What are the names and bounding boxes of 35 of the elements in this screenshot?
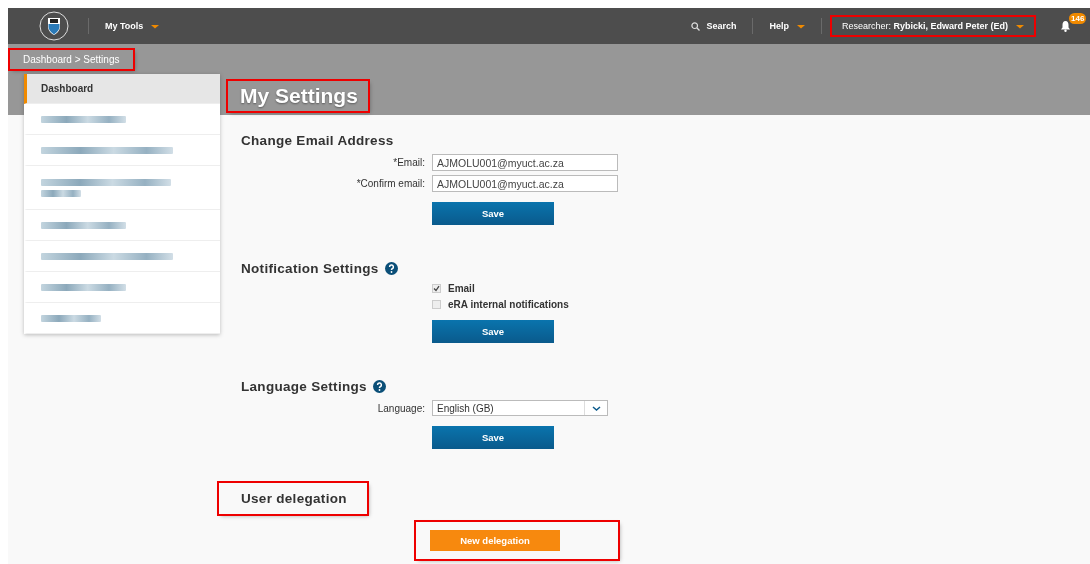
field-label: Language:: [376, 402, 425, 414]
checkbox-option[interactable]: Email: [432, 282, 618, 294]
checkbox[interactable]: [432, 299, 441, 309]
sidebar-item[interactable]: Dashboard: [24, 74, 220, 104]
save-button[interactable]: Save: [432, 426, 554, 449]
help-icon[interactable]: [384, 262, 398, 275]
section-heading: Change Email Address: [241, 133, 394, 148]
save-button[interactable]: Save: [432, 202, 554, 225]
section-heading: Language Settings: [241, 379, 386, 394]
field-label: *Confirm email:: [355, 178, 425, 189]
email-field[interactable]: AJMOLU001@myuct.ac.za: [432, 154, 618, 171]
my-tools-menu[interactable]: My Tools: [105, 21, 160, 31]
caret-icon: [151, 23, 160, 29]
crest-logo[interactable]: [36, 11, 72, 41]
bell-icon: [1060, 20, 1071, 32]
help-icon[interactable]: [372, 380, 386, 393]
section-heading: Notification Settings: [241, 261, 398, 276]
email-field[interactable]: AJMOLU001@myuct.ac.za: [432, 175, 618, 192]
chevron-down-icon: [591, 405, 601, 411]
page-title: My Settings: [228, 80, 368, 111]
search-link[interactable]: Search: [691, 21, 737, 31]
language-dropdown[interactable]: English (GB): [432, 400, 608, 416]
caret-icon: [1016, 23, 1024, 29]
field-label: *Email:: [392, 157, 425, 168]
caret-icon: [796, 23, 805, 29]
blurred-text: [41, 314, 101, 322]
section-heading: User delegation: [219, 483, 367, 514]
help-menu[interactable]: Help: [769, 21, 805, 31]
user-menu[interactable]: Researcher: Rybicki, Edward Peter (Ed): [831, 17, 1034, 35]
search-icon: [691, 21, 701, 31]
notification-badge: 146: [1069, 13, 1087, 24]
checkbox-option[interactable]: eRA internal notifications: [432, 298, 618, 310]
checkbox[interactable]: [432, 283, 441, 293]
blurred-text: [41, 189, 81, 197]
save-button[interactable]: Save: [432, 320, 554, 343]
